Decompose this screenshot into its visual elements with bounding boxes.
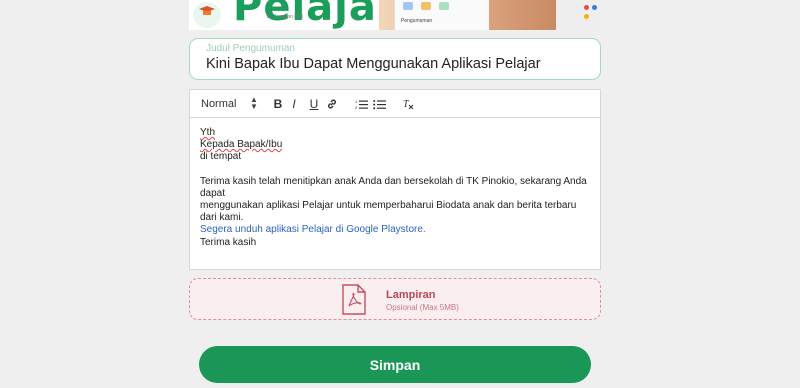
attachment-upload[interactable]: Lampiran Opsional (Max 5MB) — [189, 278, 601, 320]
title-field-value[interactable]: Kini Bapak Ibu Dapat Menggunakan Aplikas… — [206, 56, 541, 72]
link-button[interactable] — [324, 96, 340, 112]
mini-tile — [439, 2, 449, 10]
closing-line: Terima kasih — [200, 236, 257, 248]
title-field-label: Judul Pengumuman — [206, 43, 295, 54]
addressee-line: Kepada Bapak/Ibu — [200, 139, 283, 151]
announcement-title-field[interactable]: Judul Pengumuman Kini Bapak Ibu Dapat Me… — [189, 38, 601, 80]
mini-tile — [421, 2, 431, 10]
svg-text:1: 1 — [355, 99, 358, 104]
editor-content[interactable]: Yth Kepada Bapak/Ibu di tempat Terima ka… — [190, 118, 600, 258]
body-line: menggunakan aplikasi Pelajar untuk mempe… — [200, 200, 577, 224]
format-select-arrows-icon[interactable]: ▲ ▼ — [250, 96, 258, 111]
brand-byline: by Jaringan IDN — [267, 14, 303, 20]
bold-button[interactable]: B — [270, 96, 286, 112]
save-button[interactable]: Simpan — [199, 346, 591, 383]
attachment-subtitle: Opsional (Max 5MB) — [386, 303, 459, 312]
graduation-cap-icon — [199, 6, 215, 15]
decor-dot — [592, 5, 597, 10]
brand-name: Pelajar — [233, 0, 398, 30]
body-line: Terima kasih telah menitipkan anak Anda … — [200, 175, 587, 199]
link-icon — [328, 99, 336, 109]
app-banner: Pelajar by Jaringan IDN Pengumuman — [189, 0, 601, 30]
ordered-list-button[interactable]: 1 2 — [353, 96, 369, 112]
rich-text-editor[interactable]: Normal ▲ ▼ B I U 1 2 T Yth Kepada Bapak/… — [189, 89, 601, 270]
italic-button[interactable]: I — [286, 96, 302, 112]
pdf-file-icon — [342, 284, 366, 315]
greeting-line: Yth — [200, 127, 216, 138]
bullet-list-button[interactable] — [371, 96, 387, 112]
bullet-list-icon — [372, 99, 386, 109]
underline-button[interactable]: U — [306, 96, 322, 112]
svg-text:2: 2 — [355, 105, 358, 110]
ordered-list-icon: 1 2 — [355, 99, 368, 110]
place-line: di tempat — [200, 151, 242, 163]
decor-dot — [584, 5, 589, 10]
clear-format-button[interactable]: T — [400, 96, 416, 112]
screen-label: Pengumuman — [401, 18, 433, 24]
mini-tile — [403, 2, 413, 10]
attachment-title: Lampiran — [386, 289, 436, 301]
clear-format-icon: T — [403, 99, 414, 110]
editor-toolbar: Normal ▲ ▼ B I U 1 2 T — [190, 90, 600, 118]
decor-dot — [584, 14, 589, 19]
download-link-line[interactable]: Segera unduh aplikasi Pelajar di Google … — [200, 224, 590, 236]
format-select[interactable]: Normal — [201, 98, 236, 110]
